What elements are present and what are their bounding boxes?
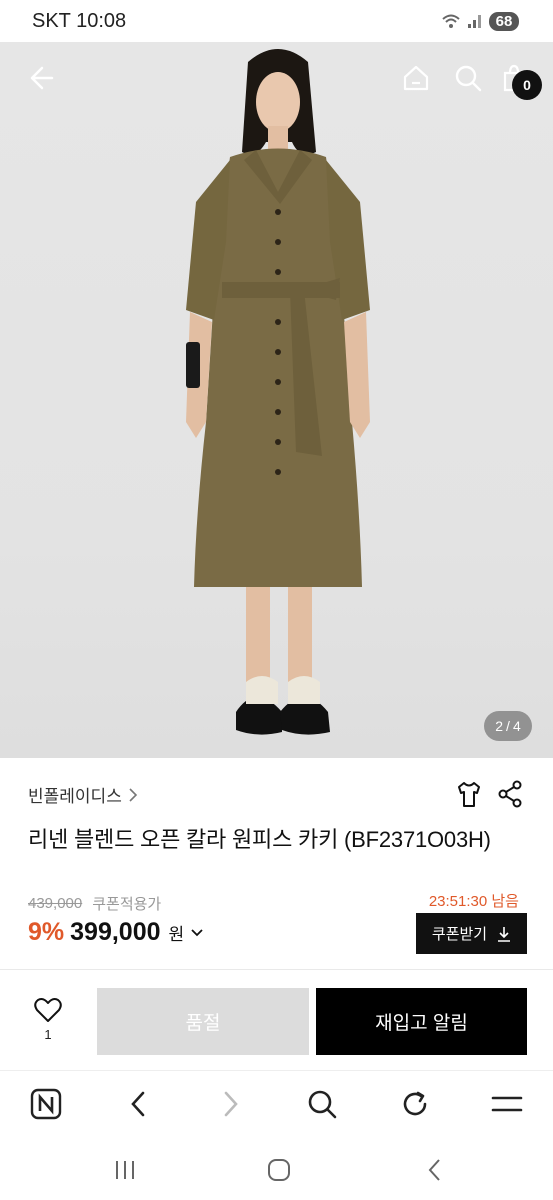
- image-page-indicator: 2 / 4: [484, 711, 532, 741]
- product-photo: [186, 49, 370, 735]
- get-coupon-button[interactable]: 쿠폰받기: [416, 913, 527, 954]
- browser-forward-icon[interactable]: [214, 1087, 248, 1121]
- soldout-button[interactable]: 품절: [97, 988, 309, 1055]
- page-current: 2: [495, 718, 504, 734]
- original-price: 439,000: [28, 895, 83, 912]
- reload-icon[interactable]: [398, 1087, 432, 1121]
- download-icon: [498, 926, 511, 942]
- page-total: 4: [512, 718, 521, 734]
- home-icon[interactable]: [398, 60, 434, 96]
- coupon-applied-label: 쿠폰적용가: [92, 896, 162, 913]
- naver-home-icon[interactable]: [29, 1087, 63, 1121]
- restock-alert-button[interactable]: 재입고 알림: [316, 988, 527, 1055]
- status-icons: 68: [441, 11, 519, 31]
- heart-icon: [34, 998, 62, 1022]
- chevron-down-icon[interactable]: [190, 928, 204, 938]
- hero-nav: [0, 60, 553, 100]
- price-row: 9% 399,000 원: [28, 918, 204, 947]
- product-action-icons: [455, 780, 523, 810]
- product-title: 리넨 블렌드 오픈 칼라 원피스 카키 (BF2371O03H): [28, 827, 491, 852]
- system-navigation-bar: [0, 1136, 553, 1200]
- browser-toolbar: [0, 1070, 553, 1136]
- get-coupon-label: 쿠폰받기: [431, 926, 488, 943]
- browser-back-icon[interactable]: [121, 1087, 155, 1121]
- back-arrow-icon[interactable]: [22, 60, 58, 96]
- page-separator: /: [506, 718, 510, 734]
- chevron-right-icon: [129, 787, 137, 802]
- system-home-icon[interactable]: [264, 1156, 294, 1184]
- recent-apps-icon[interactable]: [110, 1156, 140, 1184]
- original-price-row: 439,000 쿠폰적용가: [28, 893, 161, 914]
- like-button[interactable]: 1: [26, 997, 70, 1042]
- section-divider: [0, 969, 553, 970]
- share-icon[interactable]: [497, 780, 523, 808]
- battery-level: 68: [489, 11, 519, 31]
- brand-name: 빈폴레이디스: [28, 787, 122, 806]
- system-back-icon[interactable]: [420, 1156, 450, 1184]
- cart-count-badge: 0: [512, 70, 542, 100]
- status-bar: SKT 10:08 68: [0, 0, 553, 42]
- menu-icon[interactable]: [490, 1087, 524, 1121]
- currency-unit: 원: [168, 925, 185, 944]
- like-count: 1: [44, 1027, 52, 1042]
- search-icon[interactable]: [450, 60, 486, 96]
- browser-search-icon[interactable]: [305, 1087, 339, 1121]
- sale-price: 399,000: [70, 918, 161, 946]
- signal-icon: [468, 15, 481, 28]
- brand-link[interactable]: 빈폴레이디스: [28, 782, 138, 807]
- status-carrier-time: SKT 10:08: [32, 9, 127, 32]
- size-guide-shirt-icon[interactable]: [455, 780, 483, 810]
- product-image-carousel[interactable]: 0 2 / 4: [0, 42, 553, 758]
- wifi-icon: [442, 14, 460, 28]
- sale-timer: 23:51:30 남음: [428, 893, 519, 910]
- discount-rate: 9%: [28, 918, 65, 946]
